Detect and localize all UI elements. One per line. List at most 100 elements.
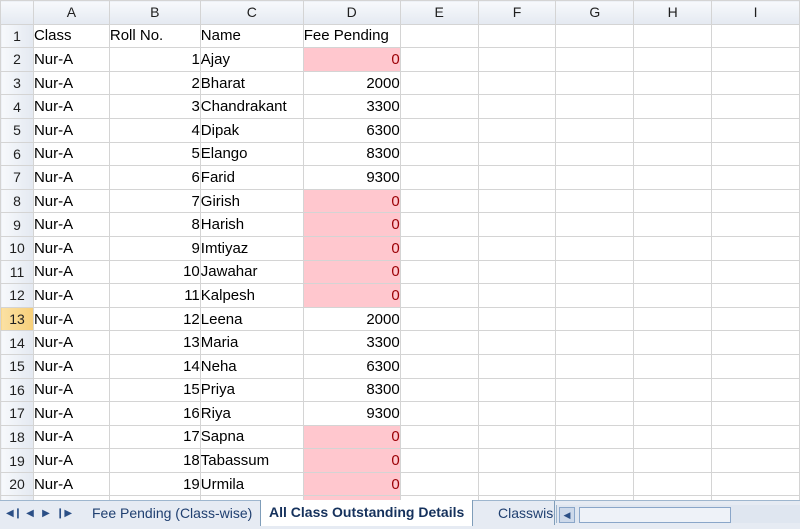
cell-name[interactable]: Girish: [199, 188, 304, 214]
cell-empty[interactable]: [555, 283, 635, 308]
cell-name[interactable]: Dipak: [199, 117, 304, 143]
cell-empty[interactable]: [399, 141, 479, 167]
cell-rollno-header[interactable]: Roll No.: [108, 23, 201, 49]
horizontal-scrollbar[interactable]: ◀: [556, 505, 800, 523]
cell-empty[interactable]: [477, 330, 557, 355]
cell-name[interactable]: Imtiyaz: [199, 235, 304, 261]
cell-empty[interactable]: [477, 70, 557, 96]
cell-empty[interactable]: [399, 165, 479, 190]
column-header-c[interactable]: C: [199, 0, 304, 25]
cell-empty[interactable]: [711, 94, 800, 119]
cell-empty[interactable]: [633, 330, 713, 355]
row-header[interactable]: 13: [0, 306, 34, 332]
last-sheet-icon[interactable]: ❙▶: [56, 507, 72, 521]
cell-rollno[interactable]: 16: [108, 401, 201, 426]
cell-empty[interactable]: [399, 424, 479, 450]
row-header[interactable]: 1: [0, 23, 34, 49]
cell-empty[interactable]: [399, 330, 479, 355]
row-header[interactable]: 19: [0, 448, 34, 473]
cell-empty[interactable]: [555, 188, 635, 214]
cell-empty[interactable]: [711, 212, 800, 237]
cell-empty[interactable]: [477, 401, 557, 426]
cell-empty[interactable]: [555, 259, 635, 285]
column-header-f[interactable]: F: [477, 0, 557, 25]
cell-class[interactable]: Nur-A: [32, 94, 110, 119]
row-header[interactable]: 16: [0, 377, 34, 403]
cell-empty[interactable]: [711, 188, 800, 214]
cell-class[interactable]: Nur-A: [32, 471, 110, 497]
row-header[interactable]: 18: [0, 424, 34, 450]
cell-empty[interactable]: [711, 353, 800, 379]
cell-name[interactable]: Neha: [199, 353, 304, 379]
cell-name[interactable]: Leena: [199, 306, 304, 332]
cell-class[interactable]: Nur-A: [32, 70, 110, 96]
cell-class-header[interactable]: Class: [32, 23, 110, 49]
cell-empty[interactable]: [399, 188, 479, 214]
row-header[interactable]: 4: [0, 94, 34, 119]
column-header-i[interactable]: I: [711, 0, 800, 25]
cell-empty[interactable]: [555, 212, 635, 237]
cell-rollno[interactable]: 14: [108, 353, 201, 379]
cell-fee-pending[interactable]: 8300: [302, 377, 401, 403]
cell-empty[interactable]: [399, 212, 479, 237]
cell-empty[interactable]: [555, 117, 635, 143]
cell-empty[interactable]: [555, 377, 635, 403]
cell-empty[interactable]: [555, 235, 635, 261]
cell-empty[interactable]: [477, 448, 557, 473]
cell-empty[interactable]: [711, 448, 800, 473]
cell-class[interactable]: Nur-A: [32, 259, 110, 285]
cell-rollno[interactable]: 12: [108, 306, 201, 332]
cell-fee-pending[interactable]: 9300: [302, 401, 401, 426]
cell-empty[interactable]: [399, 70, 479, 96]
cell-empty[interactable]: [399, 401, 479, 426]
cell-empty[interactable]: [633, 70, 713, 96]
cell-rollno[interactable]: 3: [108, 94, 201, 119]
cell-rollno[interactable]: 13: [108, 330, 201, 355]
row-header[interactable]: 20: [0, 471, 34, 497]
row-header[interactable]: 10: [0, 235, 34, 261]
cell-empty[interactable]: [477, 353, 557, 379]
cell-empty[interactable]: [399, 283, 479, 308]
cell-name[interactable]: Harish: [199, 212, 304, 237]
cell-empty[interactable]: [711, 259, 800, 285]
cell-rollno[interactable]: 1: [108, 47, 201, 72]
cell-rollno[interactable]: 9: [108, 235, 201, 261]
cell-empty[interactable]: [711, 401, 800, 426]
cell-class[interactable]: Nur-A: [32, 448, 110, 473]
cell-empty[interactable]: [477, 94, 557, 119]
row-header[interactable]: 6: [0, 141, 34, 167]
cell-rollno[interactable]: 11: [108, 283, 201, 308]
cell-empty[interactable]: [399, 94, 479, 119]
cell-fee-pending[interactable]: 3300: [302, 330, 401, 355]
cell-fee-pending[interactable]: 0: [302, 283, 401, 308]
cell-empty[interactable]: [633, 401, 713, 426]
column-header-a[interactable]: A: [32, 0, 110, 25]
cell-fee-pending[interactable]: 0: [302, 235, 401, 261]
cell-empty[interactable]: [399, 235, 479, 261]
cell-empty[interactable]: [477, 424, 557, 450]
cell-rollno[interactable]: 2: [108, 70, 201, 96]
cell-empty[interactable]: [711, 23, 800, 49]
cell-class[interactable]: Nur-A: [32, 353, 110, 379]
cell-empty[interactable]: [555, 330, 635, 355]
cell-name[interactable]: Chandrakant: [199, 94, 304, 119]
cell-class[interactable]: Nur-A: [32, 330, 110, 355]
row-header[interactable]: 11: [0, 259, 34, 285]
cell-rollno[interactable]: 15: [108, 377, 201, 403]
cell-fee-pending[interactable]: 0: [302, 424, 401, 450]
row-header[interactable]: 8: [0, 188, 34, 214]
cell-empty[interactable]: [555, 306, 635, 332]
cell-empty[interactable]: [711, 283, 800, 308]
cell-empty[interactable]: [633, 471, 713, 497]
cell-empty[interactable]: [477, 212, 557, 237]
cell-fee-pending[interactable]: 6300: [302, 353, 401, 379]
cell-empty[interactable]: [477, 306, 557, 332]
cell-empty[interactable]: [633, 448, 713, 473]
cell-empty[interactable]: [633, 306, 713, 332]
cell-name[interactable]: Ajay: [199, 47, 304, 72]
cell-name-header[interactable]: Name: [199, 23, 304, 49]
row-header[interactable]: 9: [0, 212, 34, 237]
cell-name[interactable]: Jawahar: [199, 259, 304, 285]
cell-name[interactable]: Tabassum: [199, 448, 304, 473]
cell-empty[interactable]: [399, 306, 479, 332]
